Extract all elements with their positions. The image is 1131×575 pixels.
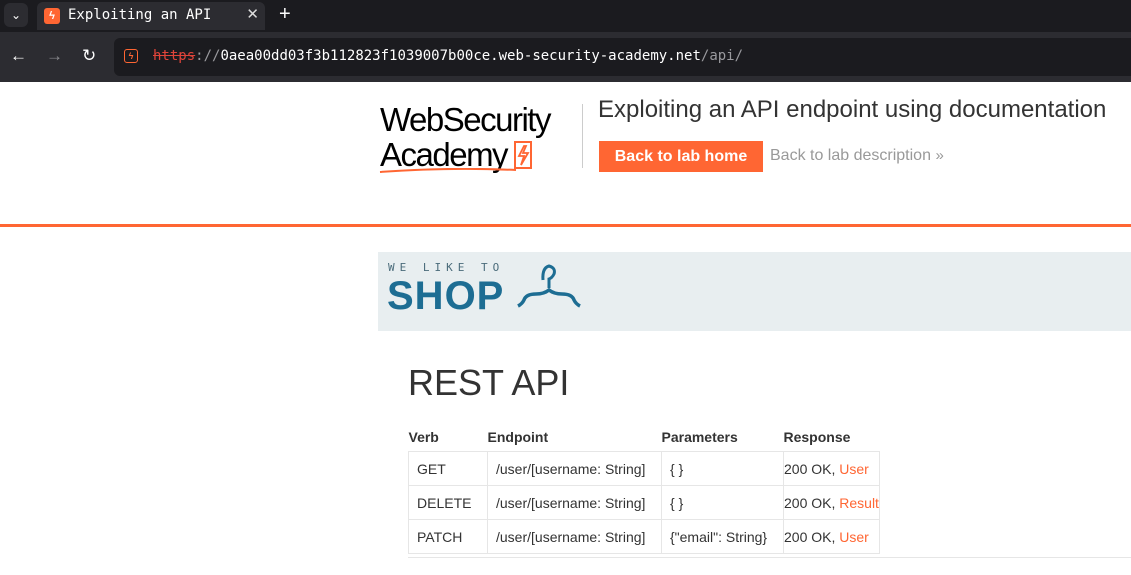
url-path: /api/ (700, 48, 744, 64)
response-cell: 200 OK, User (783, 519, 880, 554)
reload-icon[interactable]: ↻ (82, 46, 96, 66)
lab-title: Exploiting an API endpoint using documen… (598, 96, 1107, 123)
endpoint-cell: /user/[username: String] (487, 451, 662, 486)
forward-arrow-icon[interactable]: → (46, 46, 63, 66)
column-header-endpoint: Endpoint (487, 429, 549, 445)
navigation-bar: ← → ↻ ϟ https://0aea00dd03f3b112823f1039… (0, 32, 1131, 82)
table-row: DELETE /user/[username: String] { } 200 … (408, 485, 880, 520)
close-icon[interactable]: ✕ (246, 5, 259, 23)
url-text[interactable]: https://0aea00dd03f3b112823f1039007b00ce… (153, 48, 743, 64)
page-title: REST API (408, 362, 570, 403)
double-chevron-right-icon: » (935, 147, 944, 164)
shop-banner[interactable]: WE LIKE TO SHOP (378, 252, 1131, 331)
api-table: Verb Endpoint Parameters Response GET /u… (408, 423, 880, 554)
response-link-user[interactable]: User (839, 529, 869, 545)
response-status: 200 OK, (784, 494, 836, 511)
parameters-cell: {"email": String} (661, 519, 784, 554)
chevron-down-icon: ⌄ (10, 8, 22, 22)
lightning-favicon-icon: ϟ (44, 8, 60, 24)
parameters-cell: { } (661, 485, 784, 520)
table-row: PATCH /user/[username: String] {"email":… (408, 519, 880, 554)
lab-header: WebSecurity Academy Exploiting an API en… (0, 82, 1131, 225)
url-scheme: https (153, 48, 196, 64)
response-cell: 200 OK, User (783, 451, 880, 486)
site-info-icon[interactable]: ϟ (124, 49, 138, 63)
logo-underline-swoosh (379, 168, 517, 173)
back-arrow-icon[interactable]: ← (10, 46, 27, 66)
content-bottom-divider (408, 557, 1131, 558)
tab-list-dropdown[interactable]: ⌄ (4, 3, 28, 27)
tab-title: Exploiting an API (68, 7, 212, 23)
back-to-lab-description-label: Back to lab description (770, 147, 931, 164)
verb-cell: GET (408, 451, 488, 486)
logo-line2: Academy (380, 136, 509, 173)
response-link-result[interactable]: Result (839, 495, 879, 511)
column-header-response: Response (783, 429, 851, 445)
new-tab-plus-icon[interactable]: + (279, 3, 291, 25)
hanger-icon (517, 264, 581, 308)
logo-line1: WebSecurity (380, 101, 551, 138)
response-status: 200 OK, (784, 528, 836, 545)
endpoint-cell: /user/[username: String] (487, 519, 662, 554)
verb-cell: DELETE (408, 485, 488, 520)
table-header-row: Verb Endpoint Parameters Response (409, 423, 880, 452)
response-link-user[interactable]: User (839, 461, 869, 477)
banner-tagline: WE LIKE TO (388, 261, 505, 274)
tab-bar: ⌄ ϟ Exploiting an API ✕ + (0, 0, 1131, 32)
verb-cell: PATCH (408, 519, 488, 554)
address-bar[interactable]: ϟ https://0aea00dd03f3b112823f1039007b00… (114, 38, 1131, 76)
url-separator: :// (195, 48, 221, 64)
table-row: GET /user/[username: String] { } 200 OK,… (408, 451, 880, 486)
tab-active[interactable]: ϟ Exploiting an API ✕ (37, 2, 265, 30)
column-header-verb: Verb (408, 429, 439, 445)
back-to-lab-description-link[interactable]: Back to lab description » (770, 147, 944, 165)
response-cell: 200 OK, Result (783, 485, 880, 520)
url-host: 0aea00dd03f3b112823f1039007b00ce.web-sec… (220, 48, 701, 64)
lightning-logo-icon (514, 140, 533, 169)
endpoint-cell: /user/[username: String] (487, 485, 662, 520)
response-status: 200 OK, (784, 460, 836, 477)
column-header-parameters: Parameters (661, 429, 738, 445)
back-to-lab-home-button[interactable]: Back to lab home (599, 141, 763, 172)
banner-shop-text: SHOP (387, 274, 505, 318)
header-accent-line (0, 224, 1131, 227)
header-divider (582, 104, 583, 168)
parameters-cell: { } (661, 451, 784, 486)
web-security-academy-logo[interactable]: WebSecurity Academy (379, 101, 580, 174)
